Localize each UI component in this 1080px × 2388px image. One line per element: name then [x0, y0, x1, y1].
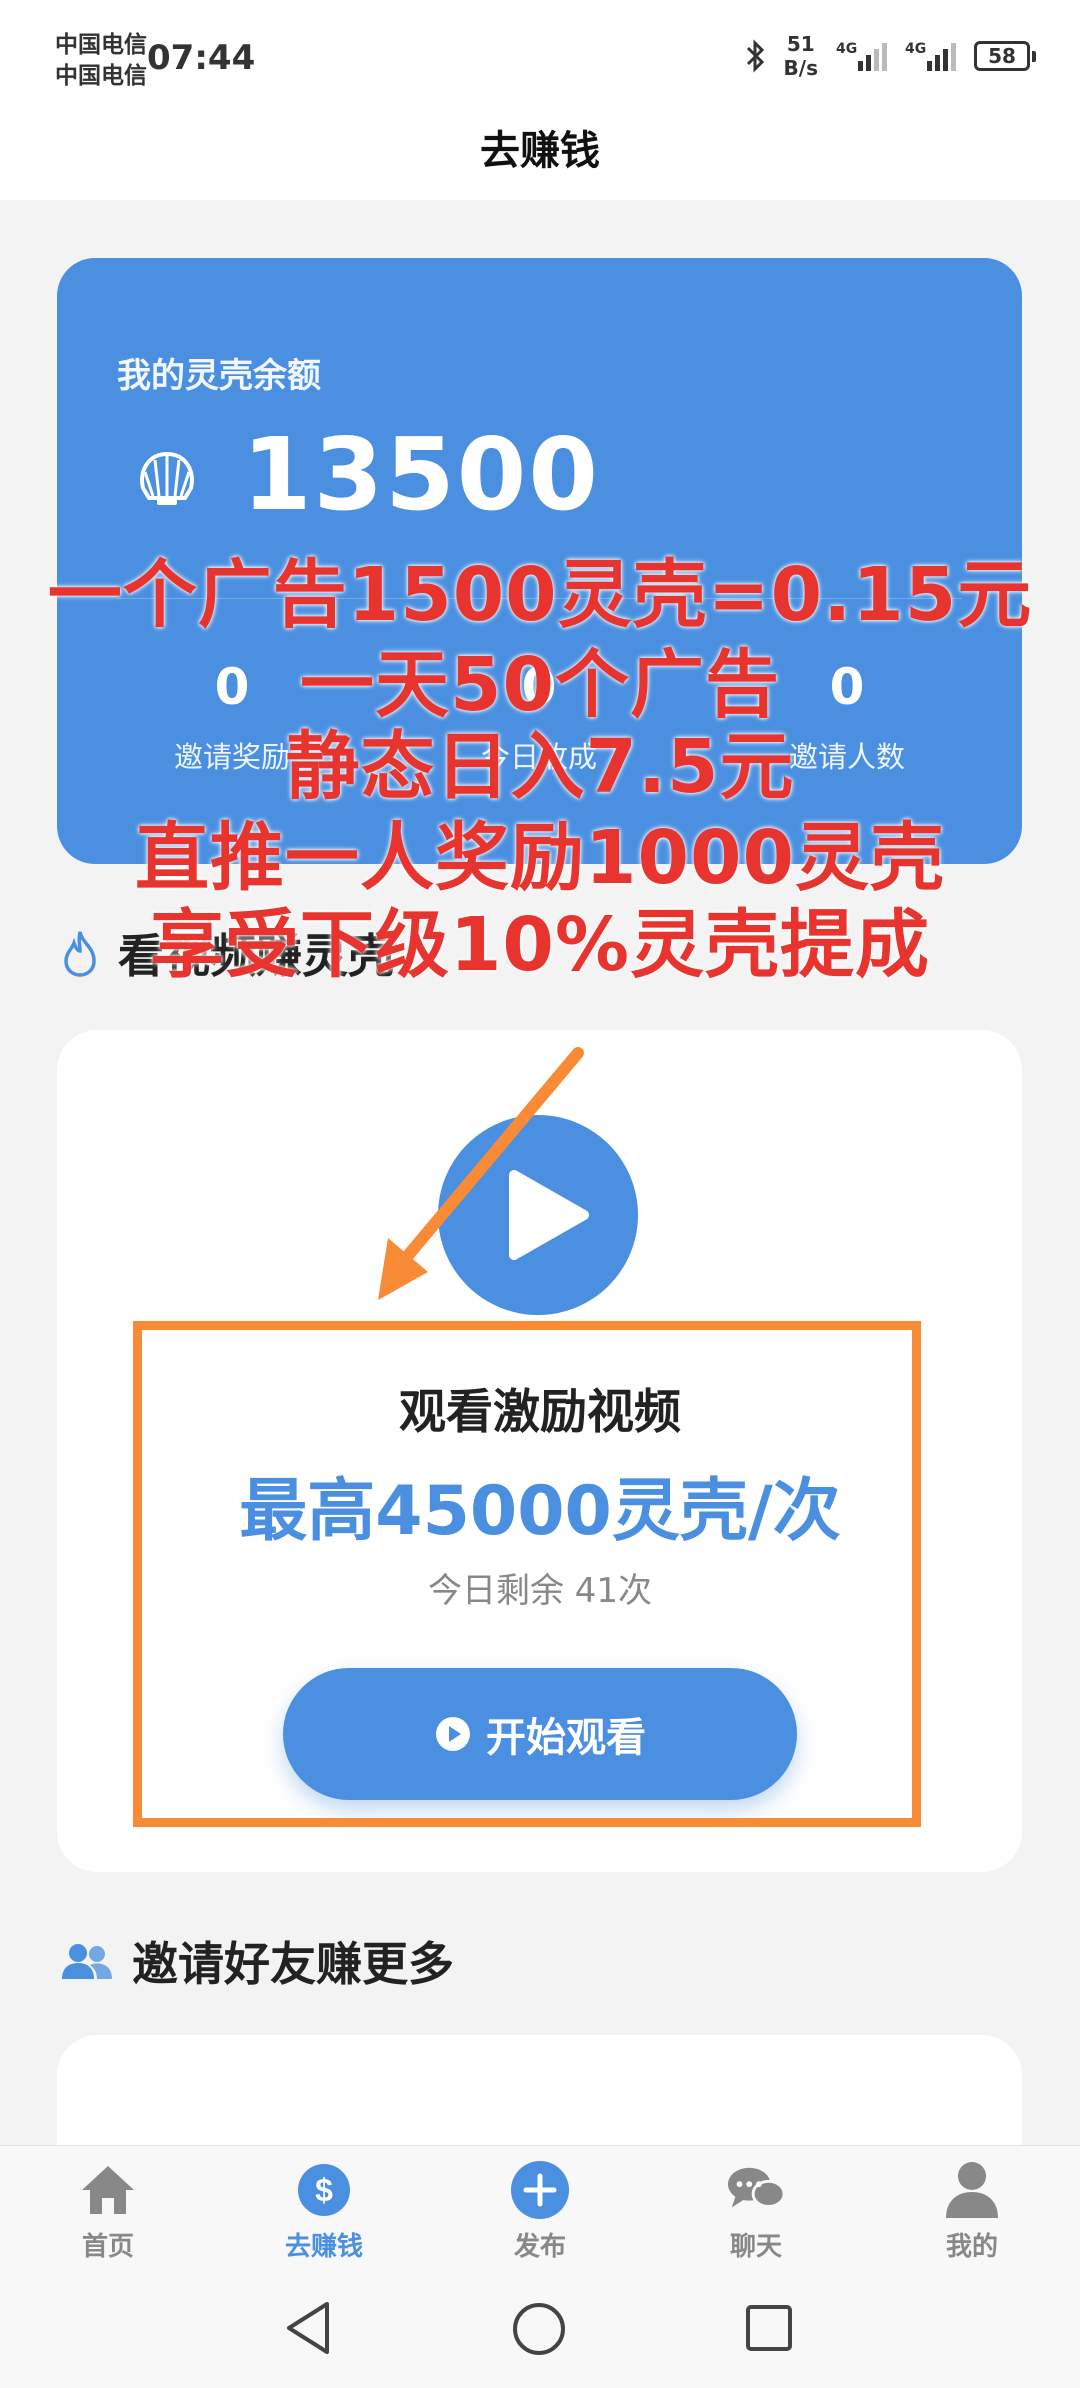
- shell-icon: [140, 451, 194, 505]
- home-circle-icon[interactable]: [512, 2302, 566, 2356]
- plus-icon: [510, 2160, 570, 2220]
- page-title: 去赚钱: [480, 128, 600, 174]
- carrier-info: 中国电信 中国电信: [55, 30, 147, 92]
- system-nav-bar: [0, 2275, 1080, 2388]
- nav-earn[interactable]: $ 去赚钱: [216, 2146, 432, 2275]
- chat-icon: [726, 2160, 786, 2220]
- balance-label: 我的灵壳余额: [117, 356, 321, 396]
- promo-line-5: 享受下级10%灵壳提成: [149, 902, 931, 988]
- home-icon: [78, 2160, 138, 2220]
- nav-publish[interactable]: 发布: [432, 2146, 648, 2275]
- dollar-icon: $: [294, 2160, 354, 2220]
- carrier-2: 中国电信: [55, 63, 147, 89]
- bluetooth-icon: [746, 39, 764, 73]
- svg-text:$: $: [315, 2172, 333, 2208]
- promo-line-1: 一个广告1500灵壳=0.15元: [47, 552, 1033, 638]
- play-icon[interactable]: [438, 1115, 638, 1315]
- section-invite-title: 邀请好友赚更多: [132, 1937, 454, 1991]
- users-icon: [62, 1944, 112, 1979]
- bottom-nav: 首页 $ 去赚钱 发布 聊天 我的: [0, 2145, 1080, 2275]
- top-bar: 中国电信 中国电信 07:44 51 B/s 4G 4G 58 去赚钱: [0, 0, 1080, 200]
- nav-home[interactable]: 首页: [0, 2146, 216, 2275]
- carrier-1: 中国电信: [55, 32, 147, 58]
- balance-value: 13500: [242, 416, 600, 533]
- promo-line-2: 一天50个广告: [300, 642, 780, 728]
- back-icon[interactable]: [283, 2300, 333, 2356]
- status-indicators: 51 B/s 4G 4G 58: [744, 32, 1036, 80]
- promo-line-4: 直推一人奖励1000灵壳: [135, 815, 945, 901]
- person-icon: [942, 2160, 1002, 2220]
- signal-1-icon: 4G: [836, 41, 887, 71]
- nav-profile[interactable]: 我的: [864, 2146, 1080, 2275]
- recents-icon[interactable]: [745, 2304, 793, 2352]
- nav-chat[interactable]: 聊天: [648, 2146, 864, 2275]
- section-invite-heading: 邀请好友赚更多: [60, 1928, 454, 1994]
- signal-2-icon: 4G: [905, 41, 956, 71]
- network-speed: 51 B/s: [783, 32, 818, 80]
- annotation-box: [133, 1321, 921, 1827]
- status-time: 07:44: [147, 38, 256, 78]
- battery-indicator: 58: [974, 41, 1036, 71]
- promo-line-3: 静态日入7.5元: [285, 724, 795, 810]
